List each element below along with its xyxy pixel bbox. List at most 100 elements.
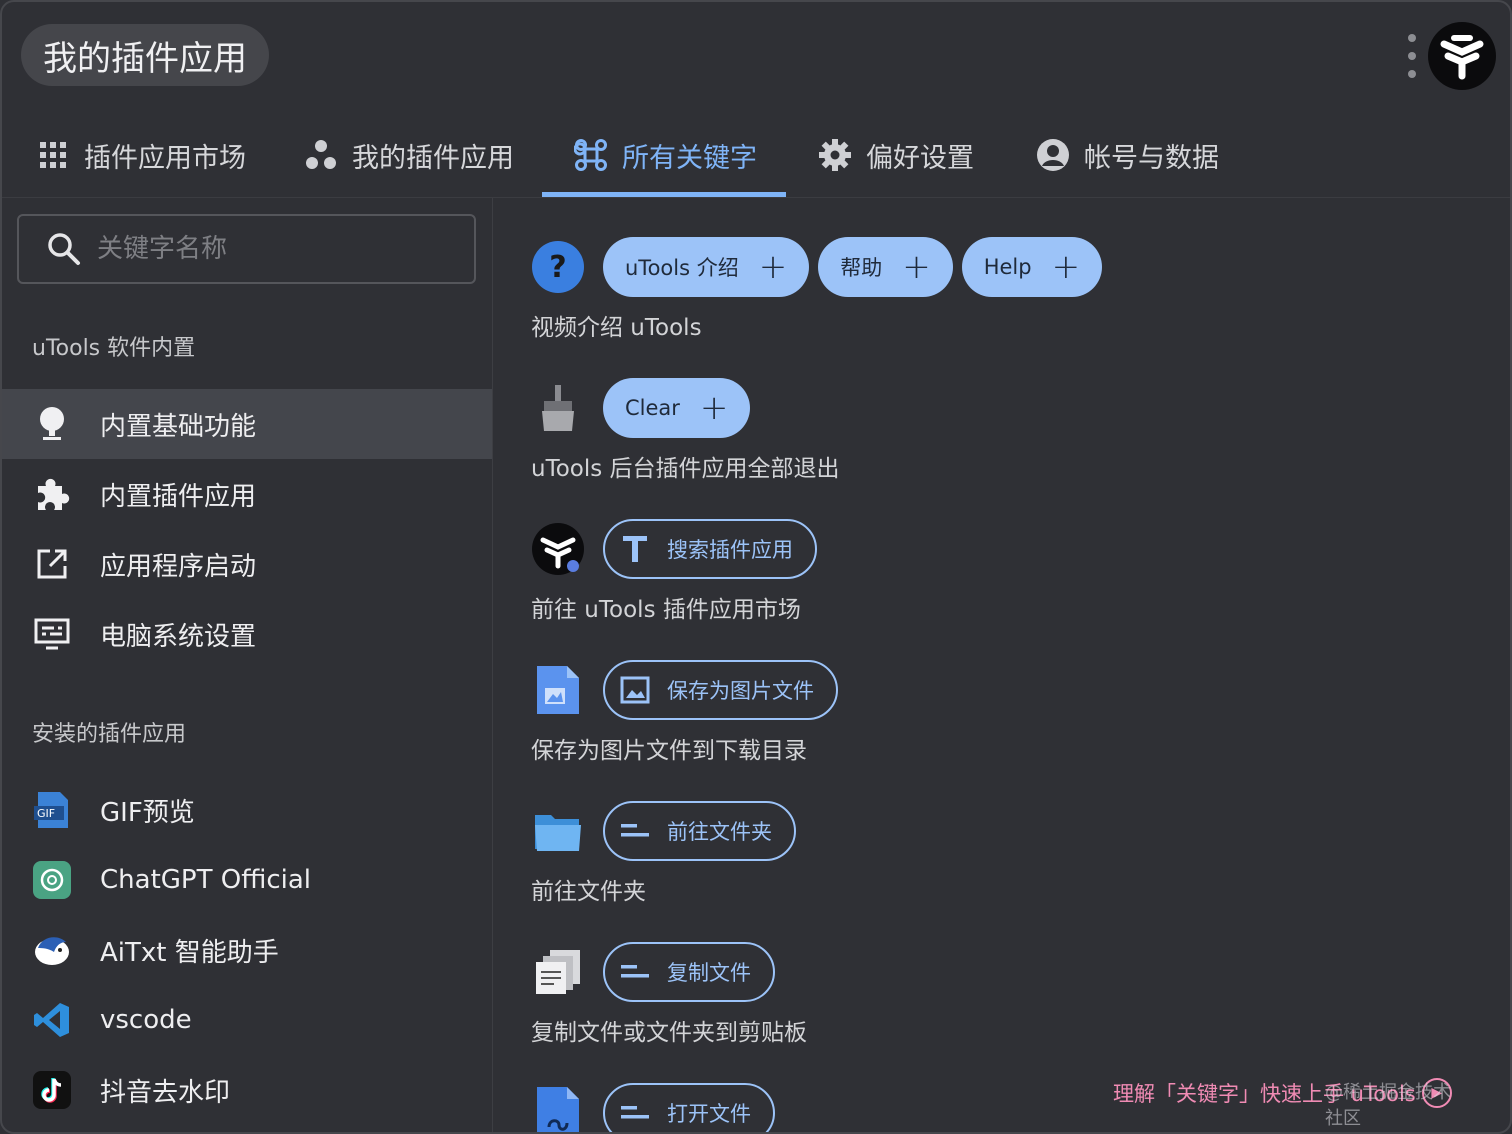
tab-label: 插件应用市场 [84, 142, 246, 174]
tab-preferences[interactable]: 偏好设置 [818, 112, 974, 198]
lines-icon [619, 815, 651, 847]
keyword-description: 复制文件或文件夹到剪贴板 [531, 1020, 807, 1046]
chip-label: Help [983, 255, 1032, 279]
active-tab-indicator [542, 192, 786, 197]
add-icon[interactable]: + [902, 250, 931, 284]
svg-text:GIF: GIF [37, 807, 55, 820]
gear-icon [818, 138, 852, 172]
keyword-description: 前往文件夹 [531, 879, 646, 905]
image-icon [619, 674, 651, 706]
text-t-icon [619, 533, 651, 565]
tab-all-keywords[interactable]: 所有关键字 [574, 112, 757, 198]
tab-plugin-market[interactable]: 插件应用市场 [36, 112, 246, 198]
keyword-row: ? uTools 介绍 + 帮助 + Help + [531, 236, 1111, 298]
account-circle-icon [1036, 138, 1070, 172]
utools-logo-icon [531, 522, 585, 576]
app-window: 我的插件应用 插件应用市场 我的插件应用 所有关键字 偏好设置 帐号与数据 关键… [0, 0, 1512, 1134]
sidebar-item-gif-preview[interactable]: GIF GIF预览 [2, 775, 492, 845]
keyword-row: 搜索插件应用 [531, 518, 826, 580]
main-tabs: 插件应用市场 我的插件应用 所有关键字 偏好设置 帐号与数据 [2, 112, 1510, 198]
broom-icon [531, 381, 585, 435]
keyword-chip[interactable]: 保存为图片文件 [603, 660, 838, 720]
keyword-row: Clear + [531, 377, 759, 439]
copy-files-icon [531, 945, 585, 999]
sidebar-item-label: ChatGPT Official [100, 865, 312, 895]
tab-label: 我的插件应用 [352, 142, 514, 174]
section-heading-installed: 安装的插件应用 [32, 722, 187, 747]
chip-label: 搜索插件应用 [667, 538, 793, 562]
open-external-icon [32, 544, 72, 584]
sidebar-item-label: 应用程序启动 [100, 551, 257, 582]
sidebar: uTools 软件内置 内置基础功能 内置插件应用 应用程序启动 电脑系统设置 [2, 198, 493, 1132]
puzzle-icon [32, 474, 72, 514]
dots-cluster-icon [304, 138, 338, 172]
keyword-row: 复制文件 [531, 941, 784, 1003]
chip-label: 复制文件 [667, 961, 751, 985]
help-link[interactable]: 理解「关键字」快速上手 uTools ▶ @稀土掘金技术社区 [1113, 1078, 1452, 1129]
tab-label: 偏好设置 [866, 142, 974, 174]
section-heading-builtin: uTools 软件内置 [32, 336, 196, 361]
sidebar-item-label: 抖音去水印 [100, 1077, 231, 1108]
bulb-icon [32, 404, 72, 444]
help-icon: ? [531, 240, 585, 294]
keyword-chip[interactable]: uTools 介绍 + [603, 237, 810, 297]
add-icon[interactable]: + [700, 391, 729, 425]
search-icon [48, 233, 80, 265]
sidebar-item-douyin[interactable]: 抖音去水印 [2, 1055, 492, 1125]
sidebar-item-chatgpt[interactable]: ChatGPT Official [2, 845, 492, 915]
keyword-chip[interactable]: 帮助 + [818, 237, 953, 297]
sidebar-item-label: GIF预览 [100, 797, 195, 828]
tab-my-plugins[interactable]: 我的插件应用 [304, 112, 514, 198]
lines-icon [619, 1097, 651, 1129]
image-file-icon [531, 663, 585, 717]
keyword-search [17, 214, 476, 284]
keyword-description: uTools 后台插件应用全部退出 [531, 456, 840, 482]
chip-label: 帮助 [840, 256, 883, 280]
gif-icon: GIF [32, 790, 72, 830]
sidebar-item-label: 电脑系统设置 [100, 621, 257, 652]
keyword-chip[interactable]: 前往文件夹 [603, 801, 796, 861]
add-icon[interactable]: + [759, 250, 788, 284]
tab-label: 帐号与数据 [1084, 142, 1219, 174]
chip-label: 前往文件夹 [667, 820, 772, 844]
keyword-row: 前往文件夹 [531, 800, 805, 862]
keyword-chip[interactable]: Help + [961, 237, 1103, 297]
chip-label: 打开文件 [667, 1102, 751, 1126]
sidebar-item-builtin-basic[interactable]: 内置基础功能 [2, 389, 492, 459]
sidebar-item-label: 内置基础功能 [100, 411, 257, 442]
chip-label: uTools 介绍 [625, 256, 739, 280]
keyword-chip[interactable]: 打开文件 [603, 1083, 775, 1132]
sidebar-item-builtin-plugins[interactable]: 内置插件应用 [2, 459, 492, 529]
open-file-icon [531, 1086, 585, 1132]
keyword-chip[interactable]: 复制文件 [603, 942, 775, 1002]
tiktok-icon [32, 1070, 72, 1110]
grid-icon [36, 138, 70, 172]
svg-text:?: ? [549, 250, 566, 285]
sidebar-item-aitxt[interactable]: AiTxt 智能助手 [2, 915, 492, 985]
monitor-settings-icon [32, 614, 72, 654]
sidebar-item-label: vscode [100, 1005, 192, 1035]
sidebar-item-vscode[interactable]: vscode [2, 985, 492, 1055]
aitxt-icon [32, 930, 72, 970]
page-title: 我的插件应用 [21, 24, 269, 86]
keyword-row: 保存为图片文件 [531, 659, 847, 721]
watermark: @稀土掘金技术社区 [1325, 1082, 1451, 1129]
add-icon[interactable]: + [1052, 250, 1081, 284]
utools-logo[interactable] [1428, 22, 1496, 90]
folder-icon [531, 804, 585, 858]
more-menu-icon[interactable] [1403, 34, 1421, 78]
sidebar-item-system-settings[interactable]: 电脑系统设置 [2, 599, 492, 669]
chip-label: Clear [625, 396, 680, 420]
keyword-description: 视频介绍 uTools [531, 315, 702, 341]
keyword-description: 前往 uTools 插件应用市场 [531, 597, 801, 623]
command-icon [574, 138, 608, 172]
keyword-chip[interactable]: 搜索插件应用 [603, 519, 817, 579]
sidebar-item-label: AiTxt 智能助手 [100, 937, 279, 968]
search-input[interactable] [97, 234, 457, 264]
vscode-icon [32, 1000, 72, 1040]
keyword-chip[interactable]: Clear + [603, 378, 751, 438]
tab-label: 所有关键字 [622, 142, 757, 174]
keyword-row: 打开文件 [531, 1082, 784, 1132]
sidebar-item-app-launch[interactable]: 应用程序启动 [2, 529, 492, 599]
tab-account-data[interactable]: 帐号与数据 [1036, 112, 1219, 198]
